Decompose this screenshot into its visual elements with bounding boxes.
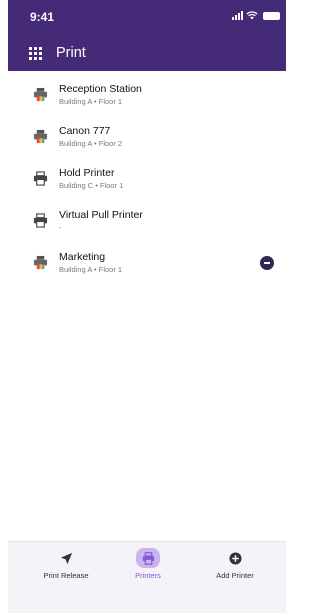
tab-add-printer[interactable]: Add Printer — [195, 548, 275, 580]
plus-circle-icon — [228, 551, 242, 565]
status-bar: 9:41 — [8, 0, 286, 36]
app-grid-icon[interactable] — [29, 46, 42, 60]
printer-name: Canon 777 — [59, 125, 111, 137]
printer-row[interactable]: Marketing Building A • Floor 1 — [8, 239, 286, 281]
printer-row[interactable]: Reception Station Building A • Floor 1 — [8, 71, 286, 113]
tab-bar: Print Release Printers Add Printer — [8, 541, 286, 613]
tab-print-release[interactable]: Print Release — [26, 548, 106, 580]
tab-label: Printers — [135, 571, 161, 580]
tab-label: Add Printer — [216, 571, 254, 580]
printer-list: Reception Station Building A • Floor 1 C… — [8, 71, 286, 281]
printer-row[interactable]: Virtual Pull Printer - — [8, 197, 286, 239]
printer-location: Building A • Floor 1 — [59, 97, 123, 106]
printer-icon — [142, 551, 154, 565]
status-time: 9:41 — [30, 10, 55, 24]
send-icon — [60, 552, 72, 564]
printer-name: Virtual Pull Printer — [59, 209, 143, 221]
printer-location: Building A • Floor 2 — [59, 139, 123, 148]
color-printer-icon — [33, 255, 48, 270]
printer-location: Building A • Floor 1 — [59, 265, 123, 274]
signal-icon — [232, 11, 243, 20]
page-title: Print — [56, 45, 86, 61]
battery-icon — [263, 11, 280, 20]
printer-icon — [33, 213, 48, 228]
printer-location: Building C • Floor 1 — [59, 181, 124, 190]
title-bar: Print — [8, 40, 286, 66]
printer-name: Marketing — [59, 251, 106, 263]
wifi-icon — [246, 11, 258, 20]
printer-row[interactable]: Hold Printer Building C • Floor 1 — [8, 155, 286, 197]
printer-name: Reception Station — [59, 83, 142, 95]
printer-icon — [33, 171, 48, 186]
printer-row[interactable]: Canon 777 Building A • Floor 2 — [8, 113, 286, 155]
tab-label: Print Release — [43, 571, 89, 580]
printer-name: Hold Printer — [59, 167, 115, 179]
color-printer-icon — [33, 129, 48, 144]
color-printer-icon — [33, 87, 48, 102]
app-header: 9:41 Print — [8, 0, 286, 71]
printer-location: - — [59, 223, 62, 232]
remove-printer-button[interactable] — [260, 256, 274, 270]
status-icons — [232, 11, 280, 20]
tab-printers[interactable]: Printers — [108, 548, 188, 580]
